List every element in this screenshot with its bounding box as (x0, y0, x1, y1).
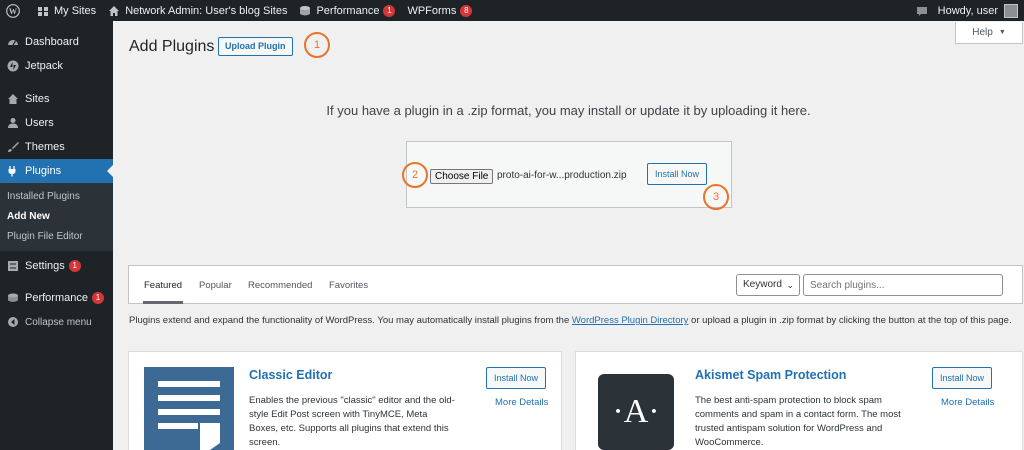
wordpress-logo[interactable]: W (0, 0, 31, 21)
classic-editor-icon (144, 367, 234, 450)
page-title: Add Plugins (129, 38, 215, 55)
wordpress-icon: W (6, 3, 20, 18)
sidebar-item-performance[interactable]: Performance 1 (0, 286, 113, 310)
install-now-button[interactable]: Install Now (486, 367, 547, 389)
collapse-icon (8, 317, 18, 327)
wpforms-count-badge: 8 (460, 4, 473, 17)
plugin-icon (8, 166, 16, 177)
plugin-card-akismet: ·A· Akismet Spam Protection The best ant… (575, 351, 1023, 450)
performance-count-badge: 1 (383, 4, 396, 17)
active-tab-indicator (143, 301, 183, 304)
performance-icon (8, 293, 18, 302)
plugin-name[interactable]: Akismet Spam Protection (695, 368, 846, 382)
plugin-card-classic-editor: Classic Editor Enables the previous "cla… (128, 351, 562, 450)
sidebar-item-users[interactable]: Users (0, 111, 113, 135)
settings-icon (8, 261, 18, 271)
search-type-select[interactable]: Keyword ⌄ (736, 274, 800, 296)
dashboard-icon (8, 40, 18, 46)
more-details-link[interactable]: More Details (941, 397, 994, 408)
my-sites-icon (38, 6, 48, 16)
performance-menu[interactable]: Performance 1 (293, 0, 401, 21)
my-sites-label: My Sites (54, 4, 97, 17)
sidebar-label-settings: Settings (25, 260, 65, 272)
sidebar-label-users: Users (25, 117, 54, 129)
performance-label: Performance (316, 4, 380, 17)
caret-down-icon: ▼ (998, 29, 1006, 36)
help-button[interactable]: Help ▼ (955, 22, 1023, 44)
sidebar-label-dashboard: Dashboard (25, 36, 79, 48)
annotation-marker-1: 1 (304, 32, 330, 58)
annotation-marker-3: 3 (703, 184, 729, 210)
annotation-marker-2: 2 (402, 162, 428, 188)
selected-file-name: proto-ai-for-w...production.zip (497, 170, 627, 181)
settings-count-badge: 1 (68, 260, 81, 272)
performance-icon (300, 5, 311, 15)
sidebar-label-themes: Themes (25, 141, 65, 153)
paintbrush-icon (8, 142, 19, 152)
jetpack-icon (7, 60, 19, 72)
plugin-name[interactable]: Classic Editor (249, 368, 332, 382)
sidebar-item-jetpack[interactable]: Jetpack (0, 54, 113, 78)
plugin-filter-bar: Featured Popular Recommended Favorites K… (128, 265, 1023, 304)
my-sites-menu[interactable]: My Sites (31, 0, 102, 21)
network-admin-label: Network Admin: User's blog Sites (125, 4, 288, 17)
install-now-button[interactable]: Install Now (647, 163, 708, 185)
upload-instructions: If you have a plugin in a .zip format, y… (326, 103, 811, 118)
plugin-description: Enables the previous "classic" editor an… (249, 395, 455, 448)
svg-text:W: W (9, 7, 18, 16)
wpforms-menu[interactable]: WPForms 8 (401, 0, 478, 21)
plugin-directory-link[interactable]: WordPress Plugin Directory (572, 315, 689, 326)
tab-popular[interactable]: Popular (199, 280, 232, 291)
sidebar-item-settings[interactable]: Settings 1 (0, 254, 113, 278)
sidebar-label-sites: Sites (25, 93, 50, 105)
sidebar-item-sites[interactable]: Sites (0, 87, 113, 111)
install-now-button[interactable]: Install Now (932, 367, 993, 389)
submenu-plugin-file-editor[interactable]: Plugin File Editor (0, 227, 113, 247)
plugins-submenu: Installed Plugins Add New Plugin File Ed… (0, 183, 113, 251)
admin-bar: W My Sites Network Admin: User's blog Si… (0, 0, 1024, 21)
help-label: Help (972, 27, 993, 38)
home-icon (109, 5, 120, 16)
collapse-menu-button[interactable]: Collapse menu (0, 310, 113, 334)
submenu-add-new[interactable]: Add New (0, 207, 113, 227)
search-plugins-input[interactable] (803, 274, 1003, 296)
description-text-after: or upload a plugin in .zip format by cli… (688, 315, 1012, 326)
sidebar-label-performance: Performance (25, 292, 88, 304)
main-content: Add Plugins Upload Plugin 1 Help ▼ If yo… (113, 21, 1024, 450)
akismet-logo-letter: ·A· (612, 393, 660, 430)
choose-file-button[interactable]: Choose File (430, 169, 494, 184)
sidebar-item-plugins[interactable]: Plugins (0, 159, 113, 183)
chevron-down-icon: ⌄ (786, 280, 794, 290)
users-icon (8, 118, 18, 128)
notification-icon[interactable] (916, 5, 928, 17)
avatar[interactable] (1004, 3, 1018, 18)
tab-featured[interactable]: Featured (144, 280, 182, 291)
akismet-icon: ·A· (598, 374, 674, 450)
submenu-installed-plugins[interactable]: Installed Plugins (0, 187, 113, 207)
plugins-description: Plugins extend and expand the functional… (129, 314, 1019, 328)
howdy-user[interactable]: Howdy, user (938, 0, 998, 21)
sidebar-label-plugins: Plugins (25, 165, 62, 177)
description-text-before: Plugins extend and expand the functional… (129, 315, 572, 326)
sidebar-item-themes[interactable]: Themes (0, 135, 113, 159)
wpforms-label: WPForms (407, 4, 457, 17)
sidebar-item-dashboard[interactable]: Dashboard (0, 30, 113, 54)
search-type-value: Keyword (743, 279, 782, 290)
upload-plugin-button[interactable]: Upload Plugin (218, 37, 293, 56)
sidebar-label-jetpack: Jetpack (25, 60, 63, 72)
performance-count-badge: 1 (91, 292, 104, 304)
plugin-description: The best anti-spam protection to block s… (695, 395, 901, 448)
upload-form: Choose File proto-ai-for-w...production.… (406, 141, 732, 208)
admin-sidebar: Dashboard Jetpack Sites Users Themes Plu… (0, 21, 113, 450)
tab-favorites[interactable]: Favorites (329, 280, 368, 291)
sites-icon (8, 94, 18, 104)
tab-recommended[interactable]: Recommended (248, 280, 312, 291)
more-details-link[interactable]: More Details (495, 397, 548, 408)
network-admin-menu[interactable]: Network Admin: User's blog Sites (102, 0, 293, 21)
collapse-menu-label: Collapse menu (25, 316, 92, 328)
